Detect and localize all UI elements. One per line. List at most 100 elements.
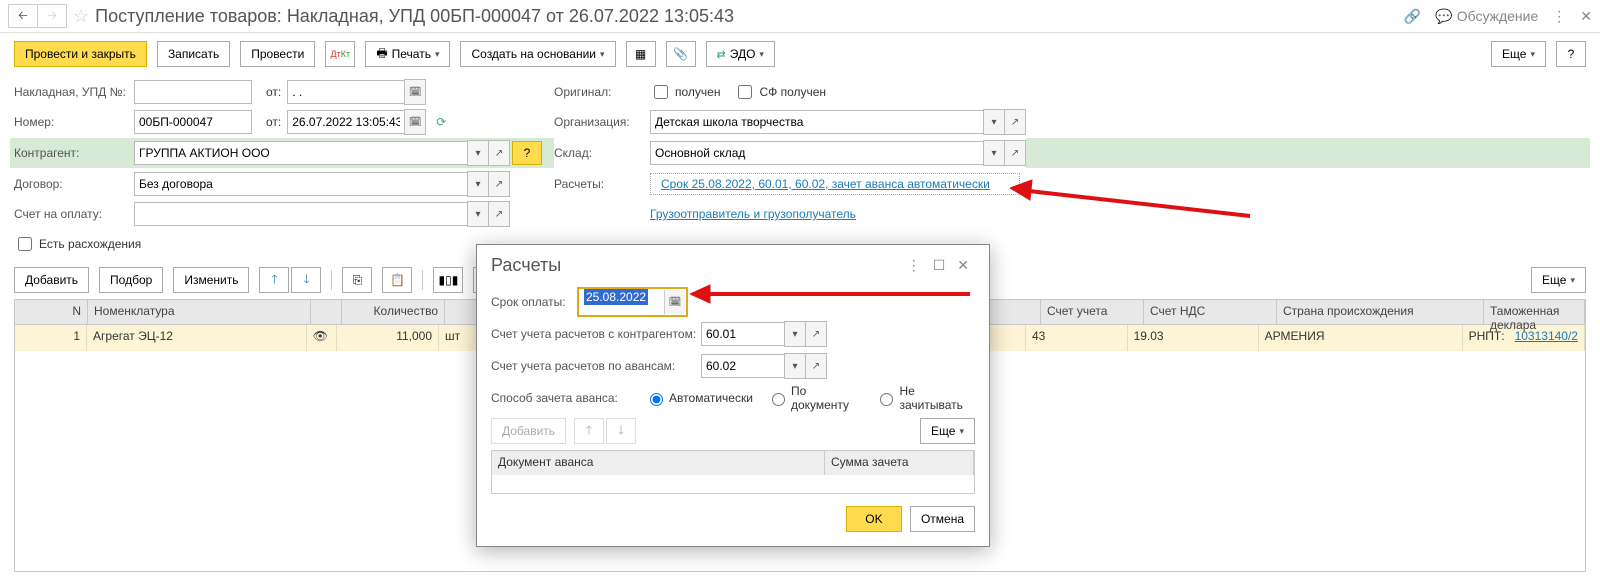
sf-received-checkbox[interactable]: СФ получен — [734, 82, 826, 102]
calendar-icon[interactable]: 🗓 — [404, 109, 426, 135]
ok-button[interactable]: OK — [846, 506, 902, 532]
dropdown-icon[interactable]: ▾ — [784, 321, 806, 347]
calendar-icon[interactable]: 🗓 — [664, 290, 685, 314]
close-icon[interactable]: ✕ — [1580, 8, 1592, 25]
advance-more-button[interactable]: Еще ▾ — [920, 418, 975, 444]
edo-button[interactable]: ⇄ ЭДО ▾ — [706, 41, 775, 67]
cell-acct: 43 — [1026, 325, 1128, 351]
decl-value-link[interactable]: 10313140/2 — [1515, 329, 1578, 343]
dropdown-icon[interactable]: ▾ — [983, 140, 1005, 166]
annotation-arrow-1 — [1010, 176, 1260, 226]
dialog-close-icon[interactable]: ✕ — [951, 257, 975, 274]
dropdown-icon[interactable]: ▾ — [784, 353, 806, 379]
decl-label: РНПТ: — [1469, 329, 1505, 343]
dialog-menu-icon[interactable]: ⋮ — [901, 257, 927, 274]
open-icon[interactable]: ↗ — [806, 321, 827, 347]
post-button[interactable]: Провести — [240, 41, 315, 67]
advance-add-button: Добавить — [491, 418, 566, 444]
contract-input[interactable] — [134, 172, 467, 196]
dialog-maximize-icon[interactable]: ☐ — [927, 257, 952, 274]
col-country: Страна происхождения — [1277, 300, 1484, 324]
contragent-input[interactable] — [134, 141, 467, 165]
advance-toolbar: Добавить 🡑 🡓 Еще ▾ — [491, 418, 975, 444]
calendar-icon[interactable]: 🗓 — [404, 79, 426, 105]
cell-eye-icon[interactable]: 👁 — [307, 325, 338, 351]
warehouse-input[interactable] — [650, 141, 983, 165]
col-vat: Счет НДС — [1144, 300, 1277, 324]
org-row: Организация: ▾ ↗ — [554, 107, 1026, 137]
add-row-button[interactable]: Добавить — [14, 267, 89, 293]
print-button[interactable]: 🖶 Печать ▾ — [365, 41, 450, 67]
acct-input[interactable] — [701, 322, 784, 346]
dropdown-icon[interactable]: ▾ — [467, 201, 489, 227]
barcode-button[interactable]: ▮▯▮ — [433, 267, 463, 293]
term-input[interactable]: 25.08.2022 — [580, 290, 664, 310]
col-qty: Количество — [342, 300, 445, 324]
mode-none-radio[interactable]: Не зачитывать — [875, 384, 975, 412]
diff-label: Есть расхождения — [39, 237, 141, 251]
dtk-button[interactable]: ДтКт — [325, 41, 355, 67]
col-decl: Таможенная деклара — [1484, 300, 1585, 324]
mode-none-label: Не зачитывать — [899, 384, 975, 412]
dropdown-icon[interactable]: ▾ — [983, 109, 1005, 135]
doc-date-input[interactable] — [287, 110, 404, 134]
open-icon[interactable]: ↗ — [1005, 140, 1026, 166]
grid-more-button[interactable]: Еще ▾ — [1531, 267, 1586, 293]
advance-up-button: 🡑 — [574, 418, 604, 444]
received-checkbox[interactable]: получен — [650, 82, 720, 102]
discuss-button[interactable]: 💬 Обсуждение — [1435, 8, 1538, 25]
register-button[interactable]: ▦ — [626, 41, 656, 67]
paste-button[interactable]: 📋 — [382, 267, 412, 293]
invoice-number-input[interactable] — [134, 80, 252, 104]
mode-auto-radio[interactable]: Автоматически — [645, 390, 753, 406]
cancel-button[interactable]: Отмена — [910, 506, 975, 532]
more-label: Еще — [1502, 47, 1526, 61]
number-input[interactable] — [134, 110, 252, 134]
pick-button[interactable]: Подбор — [99, 267, 163, 293]
attach-button[interactable]: 📎 — [666, 41, 696, 67]
acct-label: Счет учета расчетов с контрагентом: — [491, 327, 701, 341]
forward-button[interactable]: 🡢 — [38, 5, 66, 27]
open-icon[interactable]: ↗ — [489, 201, 510, 227]
dialog-title: Расчеты — [491, 255, 901, 276]
help-button[interactable]: ? — [1556, 41, 1586, 67]
term-value-selected: 25.08.2022 — [584, 289, 648, 305]
title-bar: 🡠 🡢 ☆ Поступление товаров: Накладная, УП… — [0, 0, 1600, 33]
invoice-date-input[interactable] — [287, 80, 404, 104]
discuss-label: Обсуждение — [1457, 8, 1539, 24]
mode-radio-group: Автоматически По документу Не зачитывать — [645, 384, 975, 412]
back-button[interactable]: 🡠 — [9, 5, 38, 27]
bill-input[interactable] — [134, 202, 467, 226]
warehouse-label: Склад: — [554, 146, 650, 160]
copy-button[interactable]: ⎘ — [342, 267, 372, 293]
write-button[interactable]: Записать — [157, 41, 230, 67]
edit-button[interactable]: Изменить — [173, 267, 249, 293]
more-button[interactable]: Еще ▾ — [1491, 41, 1546, 67]
contragent-help-button[interactable]: ? — [512, 141, 542, 165]
open-icon[interactable]: ↗ — [1005, 109, 1026, 135]
dropdown-icon[interactable]: ▾ — [467, 171, 489, 197]
annotation-arrow-2 — [690, 280, 980, 310]
open-icon[interactable]: ↗ — [489, 140, 510, 166]
post-and-close-button[interactable]: Провести и закрыть — [14, 41, 147, 67]
settle-link[interactable]: Срок 25.08.2022, 60.01, 60.02, зачет ава… — [657, 175, 994, 193]
bill-label: Счет на оплату: — [14, 207, 134, 221]
open-icon[interactable]: ↗ — [806, 353, 827, 379]
favorite-icon[interactable]: ☆ — [73, 6, 89, 27]
dropdown-icon[interactable]: ▾ — [467, 140, 489, 166]
move-up-button[interactable]: 🡑 — [259, 267, 289, 293]
menu-icon[interactable]: ⋮ — [1552, 8, 1566, 25]
link-icon[interactable]: 🔗 — [1404, 8, 1421, 25]
dialog-titlebar: Расчеты ⋮ ☐ ✕ — [477, 245, 989, 280]
create-based-button[interactable]: Создать на основании ▾ — [460, 41, 615, 67]
adv-input[interactable] — [701, 354, 784, 378]
mode-doc-radio[interactable]: По документу — [767, 384, 862, 412]
settle-row: Расчеты: Срок 25.08.2022, 60.01, 60.02, … — [554, 169, 1020, 199]
move-down-button[interactable]: 🡓 — [291, 267, 321, 293]
page-title: Поступление товаров: Накладная, УПД 00БП… — [95, 6, 1398, 27]
consignor-link[interactable]: Грузоотправитель и грузополучатель — [650, 207, 856, 221]
org-input[interactable] — [650, 110, 983, 134]
sync-icon[interactable]: ⟳ — [436, 115, 446, 129]
diff-checkbox[interactable]: Есть расхождения — [14, 234, 141, 254]
open-icon[interactable]: ↗ — [489, 171, 510, 197]
